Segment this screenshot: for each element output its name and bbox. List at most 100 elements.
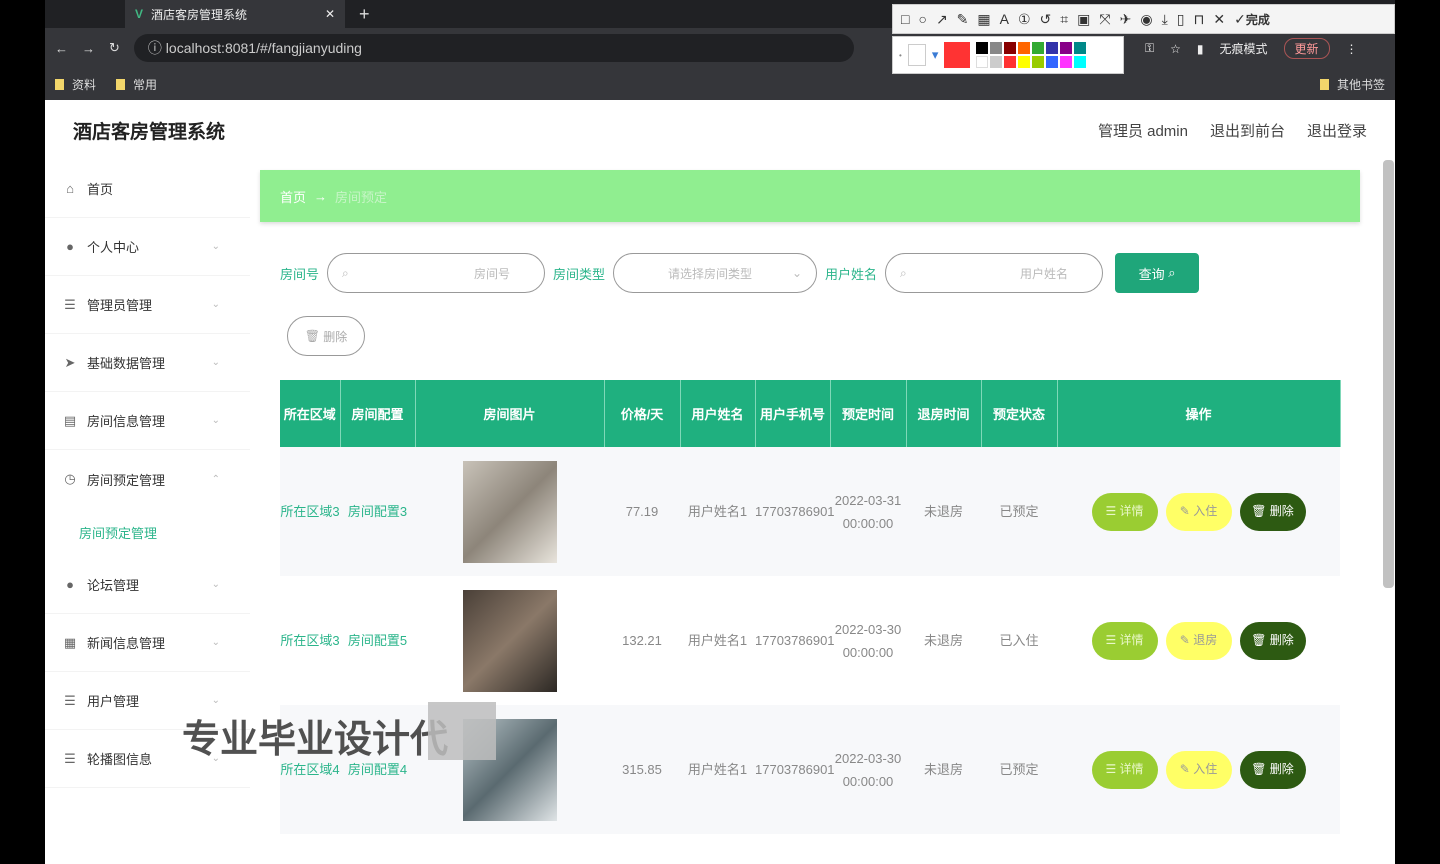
sidebar-item-profile[interactable]: ● 个人中心 ⌄ [45, 218, 250, 276]
chevron-down-icon: ⌄ [211, 415, 220, 426]
sidebar-item-home[interactable]: ⌂ 首页 [45, 160, 250, 218]
download-icon[interactable]: ⤓ [1162, 11, 1168, 28]
cell-checkout: 未退房 [906, 447, 981, 576]
sidebar-item-room-info[interactable]: ▤ 房间信息管理 ⌄ [45, 392, 250, 450]
menu-icon[interactable]: ⋮ [1346, 42, 1358, 56]
chevron-down-icon: ⌄ [211, 241, 220, 252]
bookmark[interactable]: 资料 [55, 76, 96, 93]
sidebar-item-news[interactable]: ▦ 新闻信息管理 ⌄ [45, 614, 250, 672]
checkin-checkout-button[interactable]: ✎ 退房 [1165, 621, 1232, 660]
logout-link[interactable]: 退出登录 [1307, 120, 1367, 141]
other-bookmarks[interactable]: 其他书签 [1320, 76, 1385, 93]
mosaic-icon[interactable]: ▦ [977, 11, 990, 28]
text-icon[interactable]: A [1000, 11, 1009, 27]
delete-button[interactable]: 🗑 删除 [1239, 750, 1306, 789]
room-image[interactable] [462, 460, 557, 563]
current-color[interactable] [944, 42, 971, 68]
sidebar: ⌂ 首页 ● 个人中心 ⌄ ☰ 管理员管理 ⌄ ➤ 基础数据管理 ⌄ ▤ 房间信息管理 ⌄ ◷ 房间… [45, 160, 250, 788]
update-button[interactable]: 更新 [1283, 38, 1330, 59]
room-no-input[interactable]: ⌕ 房间号 [327, 253, 546, 293]
key-icon[interactable]: ⚿ [1145, 41, 1154, 56]
sidepanel-icon[interactable]: ▮ [1197, 42, 1204, 56]
cell-phone: 17703786901 [755, 576, 835, 705]
user-icon: ● [66, 577, 74, 592]
reload-icon[interactable]: ↻ [109, 40, 120, 56]
column-header: 房间配置 [340, 380, 416, 447]
news-icon: ▦ [63, 634, 77, 650]
column-header: 预定时间 [830, 380, 907, 447]
close-tab-icon[interactable]: ✕ [325, 7, 335, 21]
delete-button[interactable]: 🗑 删除 [1239, 621, 1306, 660]
list-icon: ☰ [64, 296, 76, 312]
rect-icon[interactable]: □ [901, 11, 909, 27]
sidebar-item-base-data[interactable]: ➤ 基础数据管理 ⌄ [45, 334, 250, 392]
new-tab-icon[interactable]: + [359, 4, 370, 25]
color-swatches[interactable] [976, 42, 1087, 68]
dropdown-icon[interactable]: ▾ [932, 47, 939, 63]
address-bar[interactable]: ⓘ localhost:8081/#/fangjianyuding [133, 34, 854, 62]
cell-phone: 17703786901 [755, 447, 835, 576]
forward-icon[interactable]: → [82, 41, 95, 56]
size-medium-icon[interactable] [907, 44, 926, 66]
browser-tab[interactable]: V 酒店客房管理系统 ✕ [125, 0, 345, 28]
column-header: 价格/天 [604, 380, 681, 447]
incognito-label: 无痕模式 [1219, 42, 1268, 56]
scrollbar[interactable] [1383, 160, 1394, 588]
close-icon[interactable]: ✕ [1213, 11, 1225, 28]
to-front-link[interactable]: 退出到前台 [1210, 120, 1285, 141]
undo-icon[interactable]: ↺ [1040, 11, 1052, 28]
search-form: 房间号 ⌕ 房间号 房间类型 请选择房间类型 ⌄ 用户姓名 ⌕ 用户姓名 查询 ⌕ [280, 253, 1200, 293]
sidebar-item-admin[interactable]: ☰ 管理员管理 ⌄ [45, 276, 250, 334]
batch-delete-button[interactable]: 🗑 删除 [287, 316, 365, 356]
phone-icon[interactable]: ▯ [1177, 11, 1185, 28]
cell-actions: ☰ 详情 ✎ 入住 🗑 删除 [1057, 447, 1340, 576]
cell-area: 所在区域3 [280, 576, 340, 705]
pin-icon[interactable]: ✈ [1120, 11, 1132, 28]
record-icon[interactable]: ◉ [1140, 11, 1152, 28]
checkin-checkout-button[interactable]: ✎ 入住 [1165, 492, 1232, 531]
column-header: 用户姓名 [680, 380, 756, 447]
send-icon: ➤ [64, 354, 76, 370]
cell-time: 2022-03-31 00:00:00 [830, 447, 906, 576]
detail-button[interactable]: ☰ 详情 [1091, 492, 1158, 531]
done-button[interactable]: ✓完成 [1234, 11, 1270, 28]
size-small-icon[interactable]: • [899, 51, 902, 60]
back-icon[interactable]: ← [55, 41, 68, 56]
number-icon[interactable]: ① [1018, 11, 1031, 28]
user-icon: ● [66, 239, 74, 254]
clock-icon: ◷ [64, 471, 76, 486]
expand-icon[interactable]: ⤧ [1099, 11, 1110, 28]
checkin-checkout-button[interactable]: ✎ 入住 [1165, 750, 1232, 789]
delete-button[interactable]: 🗑 删除 [1239, 492, 1306, 531]
cell-config: 房间配置3 [340, 447, 415, 576]
arrow-icon[interactable]: ↗ [936, 11, 948, 28]
room-image[interactable] [462, 589, 557, 692]
chevron-down-icon: ⌄ [211, 299, 220, 310]
breadcrumb-home[interactable]: 首页 [280, 187, 306, 206]
star-icon[interactable]: ☆ [1170, 42, 1181, 56]
sidebar-item-forum[interactable]: ● 论坛管理 ⌄ [45, 556, 250, 614]
cell-user: 用户姓名1 [680, 447, 755, 576]
ocr-icon[interactable]: ▣ [1077, 11, 1090, 28]
detail-button[interactable]: ☰ 详情 [1091, 750, 1158, 789]
cell-price: 315.85 [604, 705, 680, 834]
sidebar-subitem-booking[interactable]: 房间预定管理 [45, 508, 250, 556]
room-type-select[interactable]: 请选择房间类型 ⌄ [613, 253, 818, 293]
crop-icon[interactable]: ⌗ [1060, 11, 1068, 28]
sidebar-item-booking[interactable]: ◷ 房间预定管理 ⌃ [45, 450, 250, 508]
cell-price: 77.19 [604, 447, 680, 576]
breadcrumb: 首页 → 房间预定 [260, 170, 1360, 222]
column-header: 操作 [1057, 380, 1341, 447]
bookmark[interactable]: 常用 [116, 76, 157, 93]
bookmark-icon[interactable]: ⊓ [1193, 11, 1204, 28]
breadcrumb-current: 房间预定 [335, 189, 388, 205]
user-name-input[interactable]: ⌕ 用户姓名 [885, 253, 1104, 293]
column-header: 所在区域 [280, 380, 341, 447]
info-icon: ⓘ [147, 40, 166, 56]
query-button[interactable]: 查询 ⌕ [1115, 253, 1200, 293]
admin-user[interactable]: 管理员 admin [1098, 120, 1188, 141]
cell-image [415, 447, 604, 576]
pen-icon[interactable]: ✎ [957, 11, 969, 28]
circle-icon[interactable]: ○ [918, 11, 926, 27]
detail-button[interactable]: ☰ 详情 [1091, 621, 1158, 660]
